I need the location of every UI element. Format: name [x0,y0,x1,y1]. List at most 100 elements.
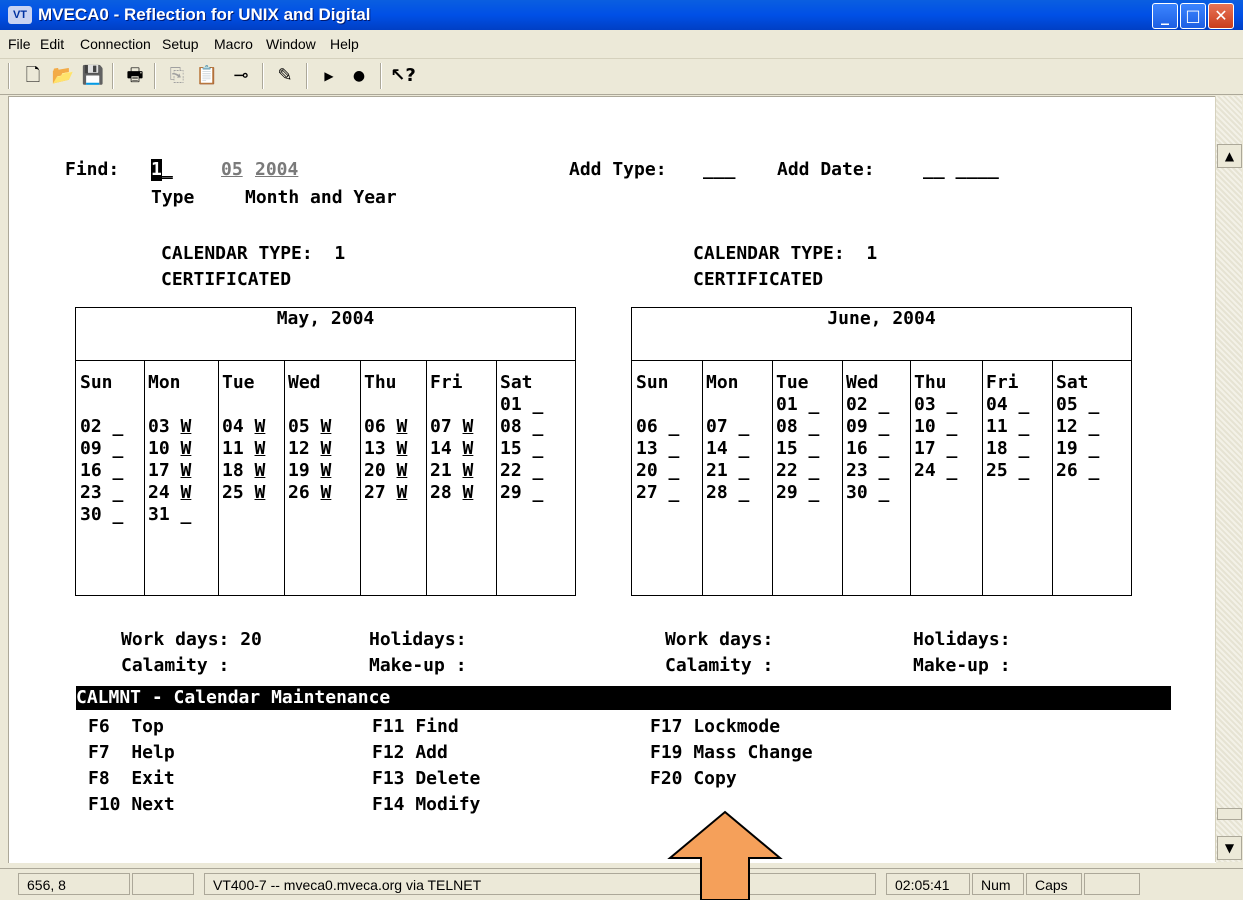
calendar-day-cell[interactable]: 01 _ [776,394,819,415]
calendar-day-cell[interactable]: 17 W [148,460,191,481]
calendar-day-cell[interactable]: 29 _ [500,482,543,503]
calendar-day-cell[interactable]: 19 W [288,460,331,481]
calendar-day-cell[interactable]: 22 _ [500,460,543,481]
calendar-day-cell[interactable]: 12 _ [1056,416,1099,437]
terminal-screen[interactable]: Find: 1 _ 05 2004 Add Type: ___ Add Date… [8,96,1216,863]
calendar-day-cell[interactable]: 26 W [288,482,331,503]
fkey-f6[interactable]: F6 Top [88,716,164,738]
close-button[interactable]: ✕ [1208,3,1234,29]
calendar-day-cell[interactable]: 21 _ [706,460,749,481]
open-icon[interactable]: 📂 [50,64,76,88]
calendar-day-cell[interactable]: 01 _ [500,394,543,415]
year-input[interactable]: 2004 [255,159,298,181]
save-icon[interactable]: 💾 [80,64,106,88]
calendar-day-cell[interactable]: 13 _ [636,438,679,459]
calendar-day-cell[interactable]: 20 _ [636,460,679,481]
calendar-day-cell[interactable]: 22 _ [776,460,819,481]
menu-connection[interactable]: Connection [80,36,151,52]
menu-macro[interactable]: Macro [214,36,253,52]
connect-icon[interactable]: ⊸ [228,64,254,88]
fkey-f13[interactable]: F13 Delete [372,768,480,790]
calendar-day-cell[interactable]: 21 W [430,460,473,481]
calendar-day-cell[interactable]: 06 _ [636,416,679,437]
calendar-day-cell[interactable]: 12 W [288,438,331,459]
calendar-day-cell[interactable]: 06 W [364,416,407,437]
calendar-day-cell[interactable]: 09 _ [80,438,123,459]
calendar-day-cell[interactable]: 31 _ [148,504,191,525]
fkey-f10[interactable]: F10 Next [88,794,175,816]
calendar-day-cell[interactable]: 27 W [364,482,407,503]
calendar-day-cell[interactable]: 24 _ [914,460,957,481]
calendar-day-cell[interactable]: 08 _ [500,416,543,437]
scroll-up-icon[interactable]: ▲ [1217,144,1242,168]
calendar-day-cell[interactable]: 03 W [148,416,191,437]
help-icon[interactable]: ↖? [390,64,416,88]
copy-icon[interactable]: ⎘ [164,64,190,88]
calendar-day-cell[interactable]: 09 _ [846,416,889,437]
calendar-day-cell[interactable]: 17 _ [914,438,957,459]
vertical-scrollbar[interactable]: ▲ ▼ [1215,96,1242,862]
calendar-day-cell[interactable]: 20 W [364,460,407,481]
calendar-day-cell[interactable]: 23 _ [846,460,889,481]
calendar-day-cell[interactable]: 07 _ [706,416,749,437]
menu-help[interactable]: Help [330,36,359,52]
calendar-day-cell[interactable]: 26 _ [1056,460,1099,481]
fkey-f20[interactable]: F20 Copy [650,768,737,790]
minimize-button[interactable]: _ [1152,3,1178,29]
menu-file[interactable]: File [8,36,31,52]
calendar-day-cell[interactable]: 10 W [148,438,191,459]
find-type-input[interactable]: 1 [151,159,162,181]
calendar-day-cell[interactable]: 30 _ [846,482,889,503]
calendar-day-cell[interactable]: 05 W [288,416,331,437]
calendar-day-cell[interactable]: 24 W [148,482,191,503]
calendar-day-cell[interactable]: 13 W [364,438,407,459]
calendar-day-cell[interactable]: 03 _ [914,394,957,415]
calendar-day-cell[interactable]: 04 _ [986,394,1029,415]
print-icon[interactable]: 🖶 [122,64,148,88]
scroll-down-icon[interactable]: ▼ [1217,836,1242,860]
calendar-day-cell[interactable]: 02 _ [80,416,123,437]
play-icon[interactable]: ▶ [316,64,342,88]
calendar-day-cell[interactable]: 29 _ [776,482,819,503]
calendar-day-cell[interactable]: 08 _ [776,416,819,437]
fkey-f8[interactable]: F8 Exit [88,768,175,790]
calendar-day-cell[interactable]: 14 _ [706,438,749,459]
calendar-day-cell[interactable]: 27 _ [636,482,679,503]
paste-icon[interactable]: 📋 [194,64,220,88]
maximize-button[interactable]: □ [1180,3,1206,29]
calendar-day-cell[interactable]: 02 _ [846,394,889,415]
fkey-f11[interactable]: F11 Find [372,716,459,738]
menu-window[interactable]: Window [266,36,316,52]
calendar-day-cell[interactable]: 25 W [222,482,265,503]
calendar-day-cell[interactable]: 11 _ [986,416,1029,437]
edit-icon[interactable]: ✎ [272,64,298,88]
calendar-day-cell[interactable]: 10 _ [914,416,957,437]
calendar-day-cell[interactable]: 14 W [430,438,473,459]
calendar-day-cell[interactable]: 25 _ [986,460,1029,481]
calendar-day-cell[interactable]: 05 _ [1056,394,1099,415]
fkey-f7[interactable]: F7 Help [88,742,175,764]
calendar-day-cell[interactable]: 28 W [430,482,473,503]
calendar-day-cell[interactable]: 23 _ [80,482,123,503]
menu-setup[interactable]: Setup [162,36,199,52]
calendar-day-cell[interactable]: 07 W [430,416,473,437]
calendar-day-cell[interactable]: 18 W [222,460,265,481]
calendar-day-cell[interactable]: 28 _ [706,482,749,503]
calendar-day-cell[interactable]: 15 _ [500,438,543,459]
fkey-f17[interactable]: F17 Lockmode [650,716,780,738]
menu-edit[interactable]: Edit [40,36,64,52]
calendar-day-cell[interactable]: 16 _ [80,460,123,481]
calendar-day-cell[interactable]: 04 W [222,416,265,437]
fkey-f19[interactable]: F19 Mass Change [650,742,813,764]
month-input[interactable]: 05 [221,159,243,181]
fkey-f14[interactable]: F14 Modify [372,794,480,816]
scroll-thumb[interactable] [1217,808,1242,820]
calendar-day-cell[interactable]: 16 _ [846,438,889,459]
calendar-day-cell[interactable]: 11 W [222,438,265,459]
calendar-day-cell[interactable]: 18 _ [986,438,1029,459]
calendar-day-cell[interactable]: 15 _ [776,438,819,459]
new-icon[interactable]: 🗋 [20,64,46,88]
fkey-f12[interactable]: F12 Add [372,742,448,764]
calendar-day-cell[interactable]: 30 _ [80,504,123,525]
add-type-input[interactable]: ___ [703,159,736,181]
